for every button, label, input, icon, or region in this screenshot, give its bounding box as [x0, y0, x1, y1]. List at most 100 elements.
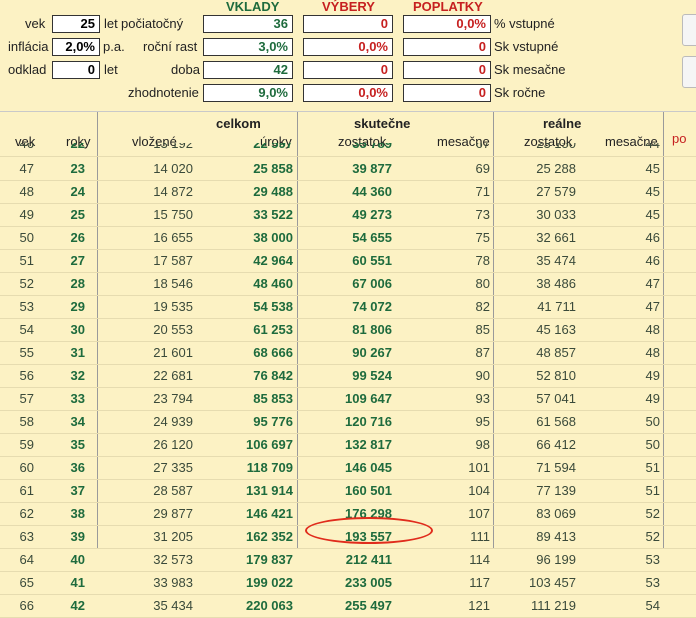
cell-real-zostatok: 77 139: [536, 483, 576, 498]
annual-growth-label: roční rast: [143, 39, 198, 54]
yearly-sk-label: Sk ročne: [494, 85, 546, 100]
cell-vlozene: 19 535: [153, 299, 193, 314]
entry-sk-label: Sk vstupné: [494, 39, 559, 54]
cell-real-zostatok: 61 568: [536, 414, 576, 429]
cell-vek: 46: [19, 143, 34, 151]
cell-roky: 35: [70, 437, 85, 452]
table-row: 56 32 22 681 76 842 99 524 90 52 810 49: [0, 364, 696, 388]
cell-real-mesacne: 45: [645, 161, 660, 176]
vybery-initial-field[interactable]: 0: [303, 15, 393, 33]
cell-uroky: 33 522: [253, 207, 293, 222]
cell-vek: 59: [19, 437, 34, 452]
cell-vlozene: 32 573: [153, 552, 193, 567]
cell-real-mesacne: 45: [645, 207, 660, 222]
cell-vlozene: 27 335: [153, 460, 193, 475]
cell-vek: 50: [19, 230, 34, 245]
cell-roky: 33: [70, 391, 85, 406]
table-row: 66 42 35 434 220 063 255 497 121 111 219 54: [0, 594, 696, 618]
cell-real-zostatok: 57 041: [536, 391, 576, 406]
cell-roky: 34: [70, 414, 85, 429]
poplatky-yearly-field[interactable]: 0: [403, 84, 491, 102]
cell-zostatok: 233 005: [345, 575, 392, 590]
cell-zostatok: 60 551: [352, 253, 392, 268]
vklady-initial-field[interactable]: 36: [203, 15, 293, 33]
cell-zostatok: 90 267: [352, 345, 392, 360]
cell-roky: 23: [70, 161, 85, 176]
table-row: 53 29 19 535 54 538 74 072 82 41 711 47: [0, 295, 696, 319]
delay-field[interactable]: 0: [52, 61, 100, 79]
cell-real-mesacne: 54: [645, 598, 660, 613]
poplatky-entry-sk-field[interactable]: 0: [403, 38, 491, 56]
table-row: 58 34 24 939 95 776 120 716 95 61 568 50: [0, 410, 696, 434]
cell-mesacne: 117: [469, 575, 490, 590]
cell-vlozene: 20 553: [153, 322, 193, 337]
header-skutecne: skutečne: [354, 116, 411, 131]
cell-zostatok: 44 360: [352, 184, 392, 199]
cell-mesacne: 90: [475, 368, 490, 383]
cell-vlozene: 13 192: [153, 143, 193, 151]
cell-vek: 66: [19, 598, 34, 613]
cell-real-mesacne: 48: [645, 345, 660, 360]
cell-real-zostatok: 23 150: [536, 143, 576, 151]
cell-real-mesacne: 47: [645, 299, 660, 314]
cell-uroky: 106 697: [246, 437, 293, 452]
table-row: 51 27 17 587 42 964 60 551 78 35 474 46: [0, 249, 696, 273]
entry-percent-label: % vstupné: [494, 16, 555, 31]
side-button-bottom[interactable]: [682, 56, 696, 88]
cell-real-zostatok: 71 594: [536, 460, 576, 475]
cell-vlozene: 17 587: [153, 253, 193, 268]
vklady-growth-field[interactable]: 3,0%: [203, 38, 293, 56]
cell-uroky: 220 063: [246, 598, 293, 613]
poplatky-entry-percent-field[interactable]: 0,0%: [403, 15, 491, 33]
poplatky-monthly-field[interactable]: 0: [403, 61, 491, 79]
table-row: 55 31 21 601 68 666 90 267 87 48 857 48: [0, 341, 696, 365]
cell-mesacne: 95: [475, 414, 490, 429]
cell-mesacne: 67: [475, 143, 490, 151]
cell-real-mesacne: 51: [645, 460, 660, 475]
cell-vek: 55: [19, 345, 34, 360]
cell-vlozene: 14 020: [153, 161, 193, 176]
initial-label: počiatočný: [121, 16, 184, 31]
cell-zostatok: 146 045: [345, 460, 392, 475]
vybery-appreciation-field[interactable]: 0,0%: [303, 84, 393, 102]
table-row: 61 37 28 587 131 914 160 501 104 77 139 51: [0, 479, 696, 503]
cell-vlozene: 15 750: [153, 207, 193, 222]
cell-uroky: 162 352: [246, 529, 293, 544]
cell-vek: 56: [19, 368, 34, 383]
vybery-duration-field[interactable]: 0: [303, 61, 393, 79]
cell-vlozene: 28 587: [153, 483, 193, 498]
cell-mesacne: 75: [475, 230, 490, 245]
cell-mesacne: 87: [475, 345, 490, 360]
cell-vlozene: 18 546: [153, 276, 193, 291]
cell-uroky: 22 597: [253, 143, 293, 151]
age-field[interactable]: 25: [52, 15, 100, 33]
cell-real-zostatok: 111 219: [530, 598, 576, 613]
cell-roky: 40: [70, 552, 85, 567]
cell-real-mesacne: 44: [645, 143, 660, 151]
cell-real-mesacne: 49: [645, 391, 660, 406]
vklady-header: VKLADY: [226, 0, 280, 14]
delay-unit: let: [104, 62, 118, 77]
side-button-top[interactable]: [682, 14, 696, 46]
cell-uroky: 29 488: [253, 184, 293, 199]
monthly-sk-label: Sk mesačne: [494, 62, 566, 77]
cell-real-mesacne: 51: [645, 483, 660, 498]
vybery-growth-field[interactable]: 0,0%: [303, 38, 393, 56]
cell-vek: 57: [19, 391, 34, 406]
cell-roky: 39: [70, 529, 85, 544]
cell-roky: 41: [70, 575, 85, 590]
cell-vek: 63: [19, 529, 34, 544]
cell-zostatok: 74 072: [352, 299, 392, 314]
duration-label: doba: [171, 62, 200, 77]
cell-roky: 24: [70, 184, 85, 199]
cell-zostatok: 35 789: [352, 143, 392, 151]
cell-real-zostatok: 89 413: [536, 529, 576, 544]
cell-real-mesacne: 47: [645, 276, 660, 291]
cell-zostatok: 109 647: [345, 391, 392, 406]
inflation-field[interactable]: 2,0%: [52, 38, 100, 56]
cell-real-zostatok: 66 412: [536, 437, 576, 452]
cell-zostatok: 49 273: [352, 207, 392, 222]
vklady-duration-field[interactable]: 42: [203, 61, 293, 79]
vklady-appreciation-field[interactable]: 9,0%: [203, 84, 293, 102]
table-row-partial: 46 22 13 192 22 597 35 789 67 23 150 44: [0, 143, 696, 157]
